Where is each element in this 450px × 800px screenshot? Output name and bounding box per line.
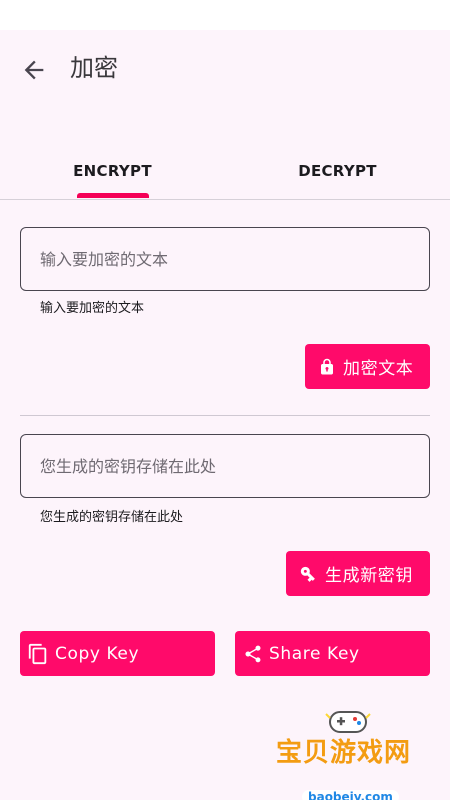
text-to-encrypt-helper: 输入要加密的文本 [40, 301, 145, 316]
watermark-url: baobeiy.com [302, 790, 399, 800]
page-title: 加密 [70, 54, 118, 82]
status-bar [0, 0, 450, 30]
copy-icon [27, 643, 49, 665]
share-icon [243, 644, 263, 664]
lock-icon [318, 357, 336, 377]
text-to-encrypt-input[interactable] [21, 228, 429, 290]
back-button[interactable] [16, 52, 52, 88]
share-key-label: Share Key [269, 643, 360, 664]
app-screen: 加密 ENCRYPT DECRYPT 输入要加密的文本 加密文本 您生成的密钥存… [0, 30, 450, 800]
section-divider [20, 415, 430, 416]
share-key-button[interactable]: Share Key [235, 631, 430, 676]
key-field[interactable] [20, 434, 430, 498]
copy-key-label: Copy Key [55, 643, 140, 664]
generate-key-button[interactable]: 生成新密钥 [286, 551, 430, 596]
encrypt-text-button[interactable]: 加密文本 [305, 344, 430, 389]
tab-indicator [77, 193, 149, 198]
watermark: 宝贝游戏网 baobeiy.com [272, 702, 432, 800]
text-to-encrypt-field[interactable] [20, 227, 430, 291]
arrow-back-icon [24, 60, 44, 80]
key-helper: 您生成的密钥存储在此处 [40, 510, 184, 525]
tab-bar: ENCRYPT DECRYPT [0, 148, 450, 200]
app-bar: 加密 [0, 30, 450, 110]
key-icon [298, 564, 318, 584]
key-input[interactable] [21, 435, 429, 497]
tab-decrypt[interactable]: DECRYPT [225, 148, 450, 200]
watermark-text: 宝贝游戏网 [276, 738, 412, 768]
copy-key-button[interactable]: Copy Key [20, 631, 215, 676]
encrypt-text-label: 加密文本 [343, 359, 414, 379]
generate-key-label: 生成新密钥 [325, 566, 413, 586]
